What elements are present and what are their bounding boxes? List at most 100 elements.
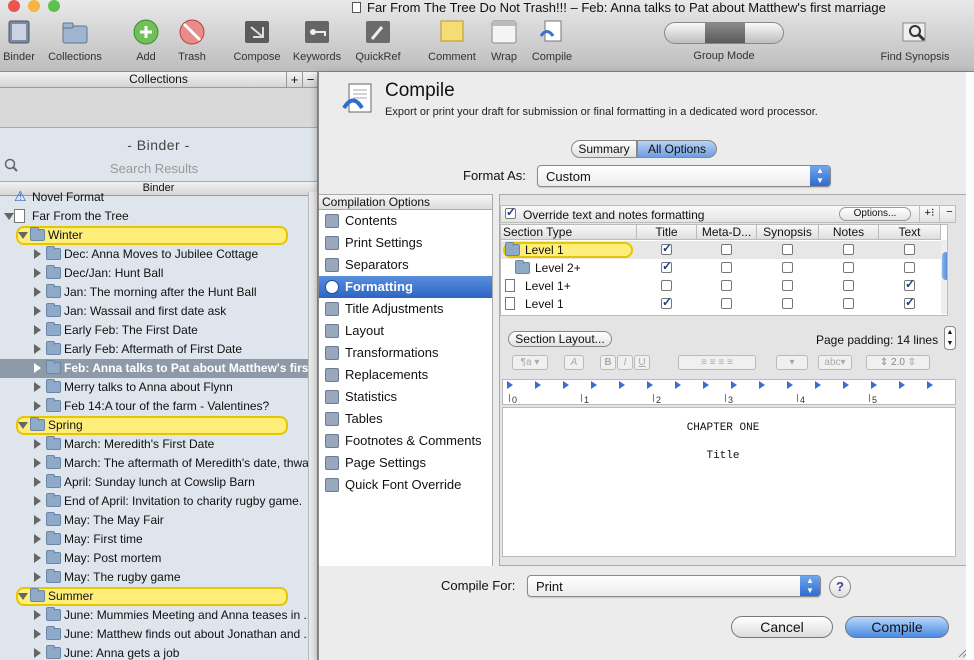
disclosure-closed-icon[interactable] (34, 477, 41, 487)
option-tables[interactable]: Tables (319, 408, 492, 430)
binder-item[interactable]: May: The May Fair (0, 511, 310, 530)
level-meta-data-checkbox[interactable] (721, 280, 732, 291)
level-text-checkbox[interactable] (904, 244, 915, 255)
option-statistics[interactable]: Statistics (319, 386, 492, 408)
tab-stop-marker[interactable] (535, 381, 541, 389)
binder-item[interactable]: May: The rugby game (0, 568, 310, 587)
level-synopsis-checkbox[interactable] (782, 244, 793, 255)
disclosure-closed-icon[interactable] (34, 610, 41, 620)
level-title-checkbox[interactable] (661, 241, 672, 255)
binder-item[interactable]: Feb 14:A tour of the farm - Valentines? (0, 397, 310, 416)
tab-stop-marker[interactable] (619, 381, 625, 389)
toolbar-add-button[interactable]: Add (128, 18, 164, 63)
option-print-settings[interactable]: Print Settings (319, 232, 492, 254)
binder-group-row[interactable]: Winter (0, 226, 310, 245)
binder-group-row[interactable]: Spring (0, 416, 310, 435)
disclosure-closed-icon[interactable] (34, 515, 41, 525)
disclosure-closed-icon[interactable] (34, 629, 41, 639)
toolbar-compose-button[interactable]: Compose (230, 18, 284, 63)
binder-item[interactable]: Early Feb: The First Date (0, 321, 310, 340)
binder-item[interactable]: Dec/Jan: Hunt Ball (0, 264, 310, 283)
toolbar-trash-button[interactable]: Trash (172, 18, 212, 63)
binder-item[interactable]: May: Post mortem (0, 549, 310, 568)
toolbar-binder-button[interactable]: Binder (0, 18, 38, 63)
disclosure-closed-icon[interactable] (34, 382, 41, 392)
binder-item[interactable]: Early Feb: Aftermath of First Date (0, 340, 310, 359)
disclosure-open-icon[interactable] (4, 213, 14, 220)
binder-item[interactable]: ⚠ Novel Format (0, 188, 310, 207)
disclosure-closed-icon[interactable] (34, 439, 41, 449)
tab-stop-marker[interactable] (591, 381, 597, 389)
italic-button[interactable]: I (617, 355, 633, 370)
binder-item[interactable]: Jan: Wassail and first date ask (0, 302, 310, 321)
section-level-row[interactable]: Level 2+ (501, 259, 947, 277)
search-results-field[interactable]: Search Results (0, 157, 317, 179)
tab-stop-marker[interactable] (899, 381, 905, 389)
minimize-window-button[interactable] (28, 0, 40, 12)
level-synopsis-checkbox[interactable] (782, 262, 793, 273)
tab-stop-marker[interactable] (815, 381, 821, 389)
option-page-settings[interactable]: Page Settings (319, 452, 492, 474)
level-title-checkbox[interactable] (661, 295, 672, 309)
tab-stop-marker[interactable] (843, 381, 849, 389)
binder-item[interactable]: Merry talks to Anna about Flynn (0, 378, 310, 397)
level-notes-checkbox[interactable] (843, 244, 854, 255)
alignment-buttons[interactable]: ≡ ≡ ≡ ≡ (678, 355, 756, 370)
disclosure-closed-icon[interactable] (34, 268, 41, 278)
binder-item[interactable]: June: Mummies Meeting and Anna teases in… (0, 606, 310, 625)
level-notes-checkbox[interactable] (843, 280, 854, 291)
tab-stop-marker[interactable] (647, 381, 653, 389)
compile-for-select[interactable]: Print ▲ ▼ (527, 575, 821, 597)
disclosure-open-icon[interactable] (18, 593, 28, 600)
option-quick-font-override[interactable]: Quick Font Override (319, 474, 492, 496)
section-level-row[interactable]: Level 1 (501, 241, 947, 259)
disclosure-closed-icon[interactable] (34, 344, 41, 354)
help-button[interactable]: ? (829, 576, 851, 598)
option-transformations[interactable]: Transformations (319, 342, 492, 364)
binder-item[interactable]: Dec: Anna Moves to Jubilee Cottage (0, 245, 310, 264)
tab-stop-marker[interactable] (871, 381, 877, 389)
toolbar-collections-button[interactable]: Collections (44, 18, 106, 63)
binder-item[interactable]: April: Sunday lunch at Cowslip Barn (0, 473, 310, 492)
tab-stop-marker[interactable] (703, 381, 709, 389)
add-collection-button[interactable]: + (286, 72, 302, 87)
toolbar-group-mode-control[interactable]: Group Mode (662, 18, 786, 62)
level-meta-data-checkbox[interactable] (721, 298, 732, 309)
bold-button[interactable]: B (600, 355, 616, 370)
section-layout-button[interactable]: Section Layout... (508, 331, 612, 347)
disclosure-closed-icon[interactable] (34, 325, 41, 335)
binder-item[interactable]: June: Matthew finds out about Jonathan a… (0, 625, 310, 644)
level-synopsis-checkbox[interactable] (782, 298, 793, 309)
toolbar-compile-button[interactable]: Compile (528, 18, 576, 63)
binder-item[interactable]: Jan: The morning after the Hunt Ball (0, 283, 310, 302)
binder-item[interactable]: May: First time (0, 530, 310, 549)
close-window-button[interactable] (8, 0, 20, 12)
remove-level-button[interactable]: − (939, 206, 959, 222)
tab-stop-marker[interactable] (759, 381, 765, 389)
binder-item[interactable]: March: Meredith's First Date (0, 435, 310, 454)
add-level-button[interactable]: +⁝ (919, 206, 939, 222)
disclosure-closed-icon[interactable] (34, 287, 41, 297)
option-replacements[interactable]: Replacements (319, 364, 492, 386)
disclosure-closed-icon[interactable] (34, 534, 41, 544)
binder-item[interactable]: End of April: Invitation to charity rugb… (0, 492, 310, 511)
section-level-row[interactable]: Level 1+ (501, 277, 947, 295)
level-title-checkbox[interactable] (661, 280, 672, 291)
tab-all-options[interactable]: All Options (637, 140, 717, 158)
disclosure-closed-icon[interactable] (34, 401, 41, 411)
page-padding-stepper[interactable]: ▲ ▼ (944, 326, 956, 350)
option-footnotes-comments[interactable]: Footnotes & Comments (319, 430, 492, 452)
tab-stop-marker[interactable] (787, 381, 793, 389)
level-notes-checkbox[interactable] (843, 298, 854, 309)
color-button[interactable]: ▾ (776, 355, 808, 370)
level-text-checkbox[interactable] (904, 262, 915, 273)
disclosure-closed-icon[interactable] (34, 363, 41, 373)
section-level-row[interactable]: Level 1 (501, 295, 947, 313)
level-meta-data-checkbox[interactable] (721, 262, 732, 273)
line-spacing-control[interactable]: ⇕ 2.0 ⇳ (866, 355, 930, 370)
level-meta-data-checkbox[interactable] (721, 244, 732, 255)
tab-summary[interactable]: Summary (571, 140, 637, 158)
option-contents[interactable]: Contents (319, 210, 492, 232)
disclosure-open-icon[interactable] (18, 232, 28, 239)
level-text-checkbox[interactable] (904, 295, 915, 309)
